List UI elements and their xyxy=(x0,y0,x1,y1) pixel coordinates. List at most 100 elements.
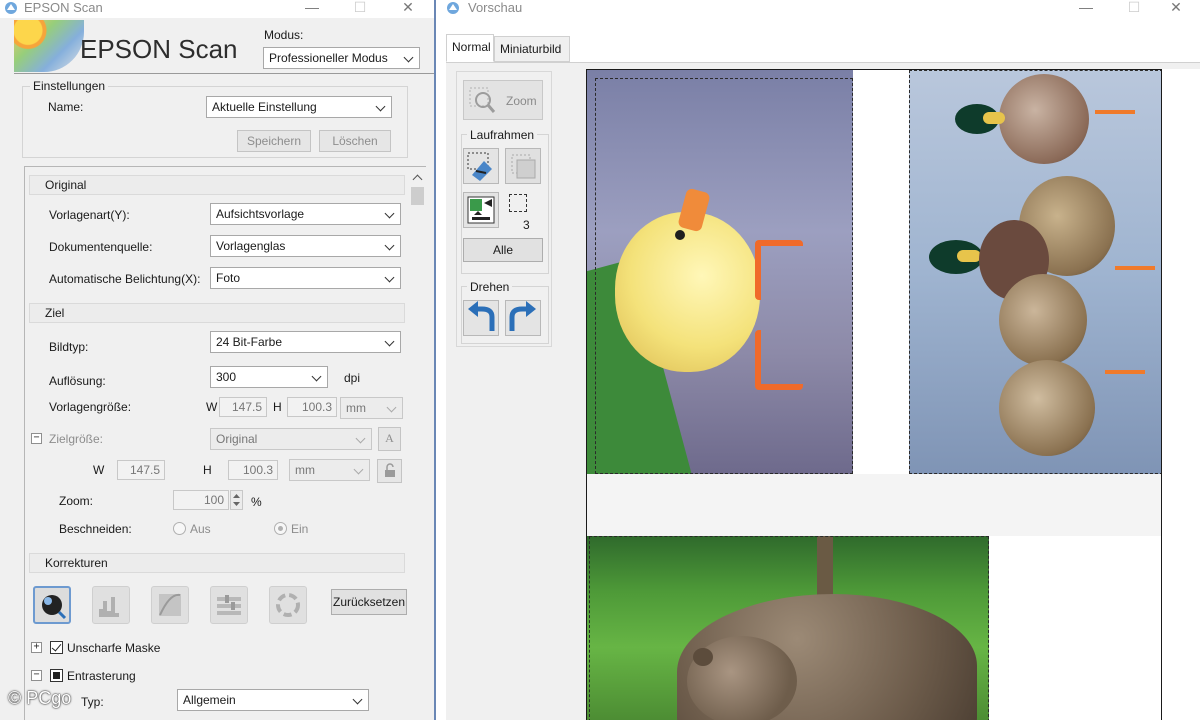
zoom-field: 100 xyxy=(173,490,229,510)
vorlagenart-value: Aufsichtsvorlage xyxy=(216,207,305,221)
typ-value: Allgemein xyxy=(183,693,236,707)
reset-button[interactable]: Zurücksetzen xyxy=(331,589,407,615)
entrasterung-checkbox[interactable] xyxy=(50,669,63,682)
vorlagengroesse-label: Vorlagengröße: xyxy=(49,400,132,414)
chevron-down-icon xyxy=(353,690,363,710)
name-label: Name: xyxy=(48,100,84,114)
name-select[interactable]: Aktuelle Einstellung xyxy=(206,96,392,118)
vorlage-w-label: W xyxy=(206,400,218,414)
tab-miniaturbild[interactable]: Miniaturbild xyxy=(494,36,570,62)
bildtyp-value: 24 Bit-Farbe xyxy=(216,335,283,349)
vorlagenart-select[interactable]: Aufsichtsvorlage xyxy=(210,203,401,225)
settings-scroll-area[interactable]: Original Vorlagenart(Y): Aufsichtsvorlag… xyxy=(24,166,426,720)
unscharfe-maske-checkbox[interactable] xyxy=(50,641,63,654)
epson-app-icon xyxy=(5,2,17,14)
banner-divider xyxy=(14,73,434,74)
epson-logo-text: EPSON Scan xyxy=(80,34,238,64)
typ-label: Typ: xyxy=(81,695,104,709)
scroll-thumb[interactable] xyxy=(411,187,424,205)
laufrahmen-title: Laufrahmen xyxy=(467,128,538,142)
einstellungen-title: Einstellungen xyxy=(30,79,109,93)
image-adjustment-icon[interactable] xyxy=(210,586,248,624)
rotate-left-icon[interactable] xyxy=(463,300,499,336)
beschneiden-aus-radio xyxy=(173,522,186,535)
title-bar: EPSON Scan — ☐ ✕ xyxy=(0,0,434,18)
zoom-button[interactable]: Zoom xyxy=(463,80,543,120)
zoom-label: Zoom xyxy=(506,94,537,108)
crop-frame-3[interactable] xyxy=(589,536,989,720)
modus-select[interactable]: Professioneller Modus xyxy=(263,47,420,69)
window-title: EPSON Scan xyxy=(24,0,103,15)
minimize-button[interactable]: — xyxy=(1066,0,1106,18)
section-korrekturen: Korrekturen xyxy=(29,553,405,573)
preview-canvas[interactable] xyxy=(586,69,1162,720)
vorlage-h-field: 100.3 xyxy=(287,397,337,417)
vorlagenart-label: Vorlagenart(Y): xyxy=(49,208,130,222)
frame-count-icon xyxy=(509,194,527,212)
zoom-unit: % xyxy=(251,495,262,509)
auto-locate-icon[interactable] xyxy=(463,148,499,184)
dokumentenquelle-label: Dokumentenquelle: xyxy=(49,240,153,254)
belichtung-select[interactable]: Foto xyxy=(210,267,401,289)
auto-exposure-icon[interactable] xyxy=(33,586,71,624)
ziel-h-field: 100.3 xyxy=(228,460,278,480)
chevron-down-icon xyxy=(404,48,414,68)
entrasterung-collapse-toggle[interactable]: − xyxy=(31,670,42,681)
tone-correction-icon[interactable] xyxy=(151,586,189,624)
close-button[interactable]: ✕ xyxy=(388,0,428,18)
rotate-right-icon[interactable] xyxy=(505,300,541,336)
vertical-scrollbar[interactable] xyxy=(409,167,426,720)
alle-button[interactable]: Alle xyxy=(463,238,543,262)
bildtyp-select[interactable]: 24 Bit-Farbe xyxy=(210,331,401,353)
chevron-down-icon xyxy=(312,367,322,387)
section-ziel: Ziel xyxy=(29,303,405,323)
drehen-title: Drehen xyxy=(467,280,513,294)
ziel-unit-select: mm xyxy=(289,459,370,481)
crop-frame-2[interactable] xyxy=(909,70,1161,474)
scroll-up-arrow-icon[interactable] xyxy=(409,169,426,185)
beschneiden-label: Beschneiden: xyxy=(59,522,132,536)
section-ziel-title: Ziel xyxy=(45,306,65,320)
maximize-button[interactable]: ☐ xyxy=(340,0,380,18)
multi-frame-icon[interactable] xyxy=(463,192,499,228)
beschneiden-aus-label: Aus xyxy=(190,522,211,536)
belichtung-label: Automatische Belichtung(X): xyxy=(49,272,201,286)
chevron-down-icon xyxy=(385,204,395,224)
chevron-down-icon xyxy=(354,460,364,480)
epson-flower-logo xyxy=(14,20,84,72)
maximize-button[interactable]: ☐ xyxy=(1114,0,1154,18)
section-original-title: Original xyxy=(45,178,87,192)
tab-normal[interactable]: Normal xyxy=(446,34,494,62)
crop-frame-1[interactable] xyxy=(595,78,853,474)
scanner-bed xyxy=(587,474,1161,536)
vorlage-unit-select: mm xyxy=(340,397,403,419)
beschneiden-ein-radio xyxy=(274,522,287,535)
modus-label: Modus: xyxy=(264,28,304,42)
color-palette-icon[interactable] xyxy=(269,586,307,624)
modus-value: Professioneller Modus xyxy=(269,51,388,65)
dpi-label: dpi xyxy=(344,371,361,385)
dokumentenquelle-select[interactable]: Vorlagenglas xyxy=(210,235,401,257)
aufloesung-label: Auflösung: xyxy=(49,374,106,388)
close-button[interactable]: ✕ xyxy=(1156,0,1196,18)
ziel-h-label: H xyxy=(203,463,212,477)
aufloesung-value: 300 xyxy=(216,370,237,384)
minimize-button[interactable]: — xyxy=(292,0,332,18)
zielgroesse-select: Original xyxy=(210,428,372,450)
chevron-down-icon xyxy=(387,398,397,418)
histogram-icon[interactable] xyxy=(92,586,130,624)
preview-tool-panel: Zoom Laufrahmen 3 Alle Drehen xyxy=(456,71,552,347)
name-value: Aktuelle Einstellung xyxy=(212,100,317,114)
unscharfe-maske-expand-toggle[interactable]: + xyxy=(31,642,42,653)
aufloesung-select[interactable]: 300 xyxy=(210,366,328,388)
chevron-down-icon xyxy=(385,236,395,256)
chevron-down-icon xyxy=(376,97,386,117)
section-korrekturen-title: Korrekturen xyxy=(45,556,108,570)
delete-button[interactable]: Löschen xyxy=(319,130,391,152)
typ-select[interactable]: Allgemein xyxy=(177,689,369,711)
unscharfe-maske-label: Unscharfe Maske xyxy=(67,641,161,655)
font-size-icon: A xyxy=(378,427,401,451)
zielgroesse-collapse-toggle[interactable]: − xyxy=(31,433,42,444)
save-button[interactable]: Speichern xyxy=(237,130,311,152)
watermark: © PCgo xyxy=(8,688,72,708)
